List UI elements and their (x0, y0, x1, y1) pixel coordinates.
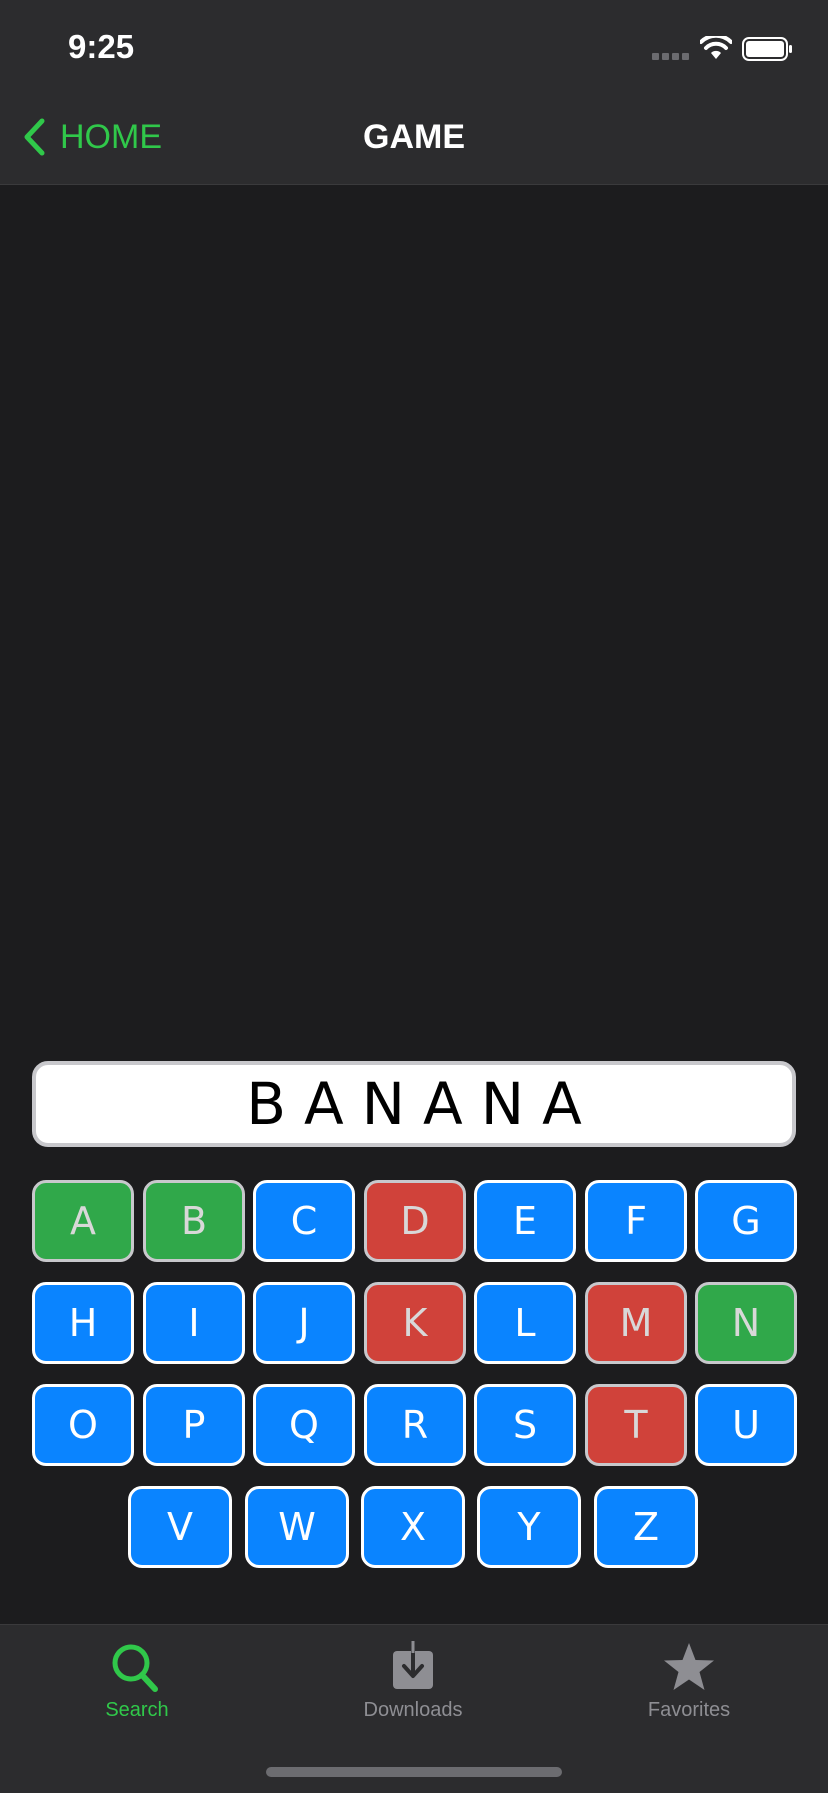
letter-key-s[interactable]: S (474, 1384, 576, 1466)
letter-key-x[interactable]: X (361, 1486, 465, 1568)
letter-key-b[interactable]: B (143, 1180, 245, 1262)
tab-search-label: Search (105, 1699, 169, 1721)
letter-key-o[interactable]: O (32, 1384, 134, 1466)
letter-key-a[interactable]: A (32, 1180, 134, 1262)
navigation-bar: HOME GAME (0, 94, 828, 185)
download-icon (393, 1641, 433, 1689)
letter-key-w[interactable]: W (245, 1486, 349, 1568)
status-time: 9:25 (68, 28, 135, 65)
letter-key-h[interactable]: H (32, 1282, 134, 1364)
letter-key-k[interactable]: K (364, 1282, 466, 1364)
letter-key-u[interactable]: U (695, 1384, 797, 1466)
letter-key-d[interactable]: D (364, 1180, 466, 1262)
letter-key-r[interactable]: R (364, 1384, 466, 1466)
letter-key-z[interactable]: Z (594, 1486, 698, 1568)
letter-key-q[interactable]: Q (253, 1384, 355, 1466)
battery-icon (742, 37, 792, 61)
letter-key-t[interactable]: T (585, 1384, 687, 1466)
page-title: GAME (363, 118, 465, 156)
letter-key-e[interactable]: E (474, 1180, 576, 1262)
letter-key-c[interactable]: C (253, 1180, 355, 1262)
word-display: BANANA (32, 1061, 796, 1147)
letter-key-i[interactable]: I (143, 1282, 245, 1364)
letter-key-n[interactable]: N (695, 1282, 797, 1364)
letter-key-m[interactable]: M (585, 1282, 687, 1364)
tab-downloads-label: Downloads (363, 1699, 463, 1721)
wifi-icon (700, 36, 732, 59)
letter-key-l[interactable]: L (474, 1282, 576, 1364)
status-bar: 9:25 (0, 0, 828, 94)
tab-favorites-label: Favorites (647, 1699, 731, 1721)
tab-search[interactable]: Search (37, 1641, 237, 1731)
letter-key-f[interactable]: F (585, 1180, 687, 1262)
search-icon (112, 1644, 158, 1692)
home-indicator (266, 1767, 562, 1777)
tab-downloads[interactable]: Downloads (313, 1641, 513, 1731)
word-text: BANANA (246, 1070, 600, 1138)
tab-favorites[interactable]: Favorites (589, 1641, 789, 1731)
letter-key-y[interactable]: Y (477, 1486, 581, 1568)
letter-key-v[interactable]: V (128, 1486, 232, 1568)
letter-key-p[interactable]: P (143, 1384, 245, 1466)
cellular-signal-icon (652, 53, 689, 60)
letter-key-g[interactable]: G (695, 1180, 797, 1262)
letter-key-j[interactable]: J (253, 1282, 355, 1364)
star-icon (664, 1643, 714, 1690)
